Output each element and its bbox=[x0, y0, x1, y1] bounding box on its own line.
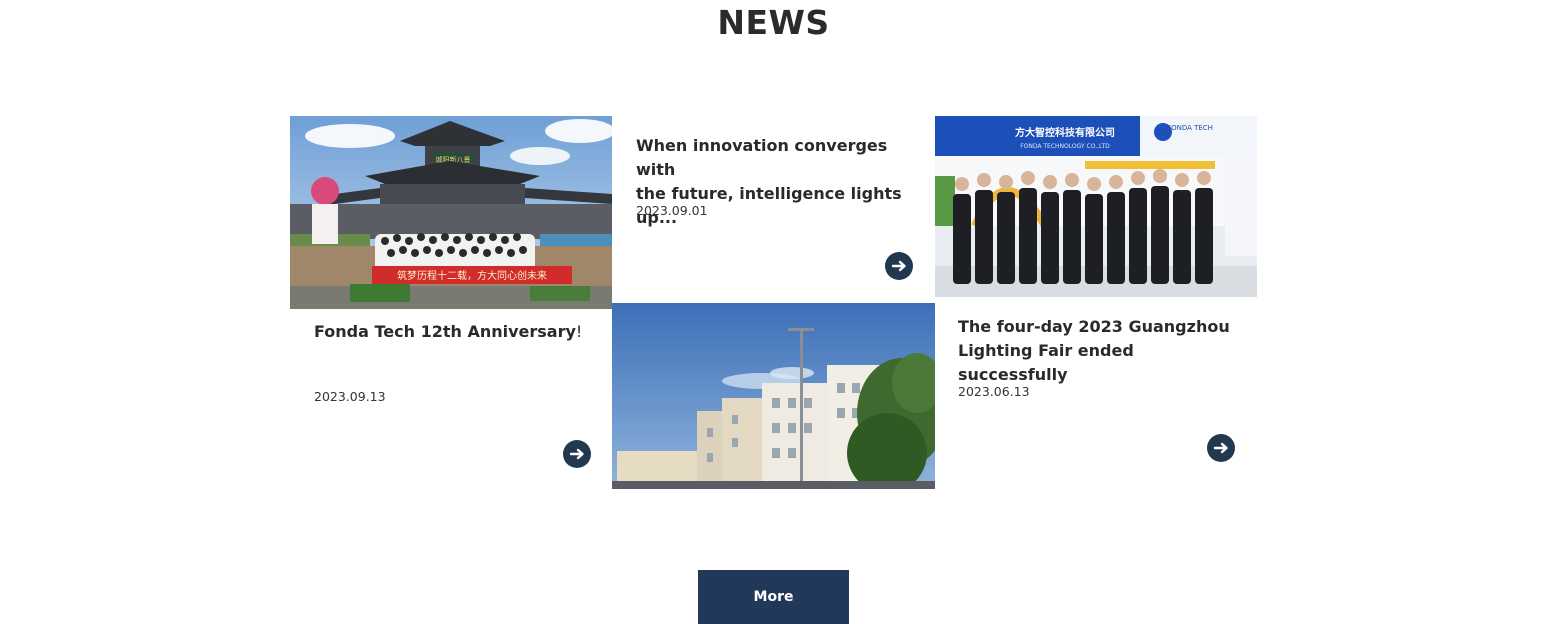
photo-logo-text: FONDA TECH bbox=[1167, 124, 1213, 132]
arrow-right-circle-icon[interactable] bbox=[563, 440, 591, 468]
section-title: NEWS bbox=[717, 3, 830, 42]
news-headline-lighting-fair[interactable]: The four-day 2023 Guangzhou Lighting Fai… bbox=[958, 315, 1248, 387]
more-button[interactable]: More bbox=[698, 570, 849, 624]
photo-sign-text: 方大智控科技有限公司 bbox=[1015, 126, 1115, 139]
headline-line-2: Lighting Fair ended successfully bbox=[958, 341, 1134, 384]
news-date-anniversary: 2023.09.13 bbox=[314, 389, 386, 404]
photo-sign-sub: FONDA TECHNOLOGY CO.,LTD bbox=[1020, 143, 1110, 150]
headline-line-1: The four-day 2023 Guangzhou bbox=[958, 317, 1230, 336]
news-photo-street[interactable] bbox=[612, 303, 935, 489]
news-headline-anniversary[interactable]: Fonda Tech 12th Anniversary! bbox=[314, 320, 594, 344]
news-photo-anniversary[interactable]: 城阳新八景 筑梦历程十二载，方大同心创未来 bbox=[290, 116, 612, 309]
arrow-right-circle-icon[interactable] bbox=[1207, 434, 1235, 462]
news-date-lighting-fair: 2023.06.13 bbox=[958, 384, 1030, 399]
arrow-right-circle-icon[interactable] bbox=[885, 252, 913, 280]
headline-text[interactable]: Fonda Tech 12th Anniversary bbox=[314, 322, 576, 341]
headline-line-1: When innovation converges with bbox=[636, 136, 888, 179]
news-photo-lighting-fair[interactable]: 方大智控科技有限公司 FONDA TECHNOLOGY CO.,LTD FOND… bbox=[935, 116, 1257, 297]
photo-banner-text: 筑梦历程十二载，方大同心创未来 bbox=[397, 269, 547, 282]
news-date-innovation: 2023.09.01 bbox=[636, 203, 708, 218]
headline-mark: ! bbox=[575, 322, 583, 341]
